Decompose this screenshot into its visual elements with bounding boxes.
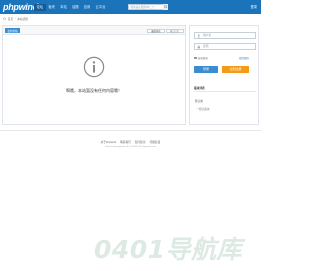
- footer-copyright: Powered by phpwind v9.0 ©2003-2013 phpwi…: [104, 146, 157, 148]
- search-icon: [163, 5, 168, 9]
- breadcrumb-current[interactable]: 本站话题: [17, 17, 28, 21]
- nav-item-forum[interactable]: 论坛: [34, 3, 46, 11]
- board-list-title: 版块列表: [194, 87, 205, 90]
- auto-login-label: 自动登录: [197, 57, 208, 60]
- login-sidebar: 用户名 密码 自动登录 找回密码 登录 立即注册 版块列表 默认类 一默认版块: [189, 25, 259, 125]
- footer-link-suggest[interactable]: 程序建议: [135, 140, 146, 144]
- login-button[interactable]: 登录: [194, 66, 218, 73]
- board-subitem[interactable]: 一默认版块: [197, 107, 210, 111]
- auto-login-checkbox[interactable]: [194, 56, 197, 60]
- logo-text: phpwind: [3, 2, 38, 12]
- header-search-placeholder: 搜索其实很简单(^_^): [130, 5, 155, 9]
- sort-last-reply-button[interactable]: 最后回复: [165, 28, 184, 33]
- content-toolbar: 发布新帖 最新发帖 最后回复: [3, 26, 185, 35]
- watermark: 0401导航库: [80, 232, 256, 264]
- divider: [194, 91, 256, 92]
- main-content-panel: 发布新帖 最新发帖 最后回复 啊哦，本站暂没有任何内容哦！: [2, 25, 186, 125]
- sort-latest-post-button[interactable]: 最新发帖: [147, 28, 165, 33]
- username-placeholder: 用户名: [203, 33, 212, 38]
- auto-login-option[interactable]: 自动登录: [194, 56, 208, 60]
- footer-link-feedback[interactable]: 问题反馈: [150, 140, 161, 144]
- info-icon: [83, 56, 105, 78]
- nav-item-cloud[interactable]: 云平台: [93, 4, 108, 11]
- top-navigation-bar: phpwind 论坛 板块 本站 话题 应用 云平台 搜索其实很简单(^_^) …: [0, 0, 261, 14]
- footer-link-about[interactable]: 关于phpwind: [101, 140, 116, 144]
- footer-link-contact[interactable]: 联系我们: [120, 140, 131, 144]
- main-nav: 论坛 板块 本站 话题 应用 云平台: [34, 3, 108, 11]
- lock-icon: [197, 45, 200, 49]
- username-field[interactable]: 用户名: [194, 32, 256, 39]
- breadcrumb-separator: ›: [14, 17, 16, 20]
- breadcrumb-home[interactable]: 首页: [8, 17, 13, 21]
- page-footer: 关于phpwind 联系我们 程序建议 问题反馈 Powered by phpw…: [0, 130, 261, 154]
- breadcrumb: 首页 › 本站话题: [3, 16, 28, 21]
- nav-item-topics[interactable]: 话题: [69, 4, 81, 11]
- register-button[interactable]: 立即注册: [222, 66, 249, 73]
- watermark-text: 0401导航库: [93, 235, 243, 264]
- new-post-button[interactable]: 发布新帖: [5, 28, 20, 33]
- header-login-link[interactable]: 登录: [251, 4, 257, 11]
- password-field[interactable]: 密码: [194, 43, 256, 50]
- header-search-input[interactable]: 搜索其实很简单(^_^): [128, 3, 164, 10]
- nav-item-boards[interactable]: 板块: [46, 4, 58, 11]
- empty-state-message: 啊哦，本站暂没有任何内容哦！: [66, 88, 122, 93]
- nav-item-apps[interactable]: 应用: [81, 4, 93, 11]
- footer-links: 关于phpwind 联系我们 程序建议 问题反馈: [0, 140, 261, 144]
- board-category-item[interactable]: 默认类: [195, 99, 203, 103]
- site-logo[interactable]: phpwind: [3, 2, 38, 12]
- home-icon[interactable]: [3, 17, 6, 20]
- password-placeholder: 密码: [203, 44, 209, 49]
- nav-item-site[interactable]: 本站: [58, 4, 70, 11]
- user-icon: [196, 34, 200, 38]
- forgot-password-link[interactable]: 找回密码: [239, 56, 249, 60]
- header-search-button[interactable]: [163, 3, 168, 10]
